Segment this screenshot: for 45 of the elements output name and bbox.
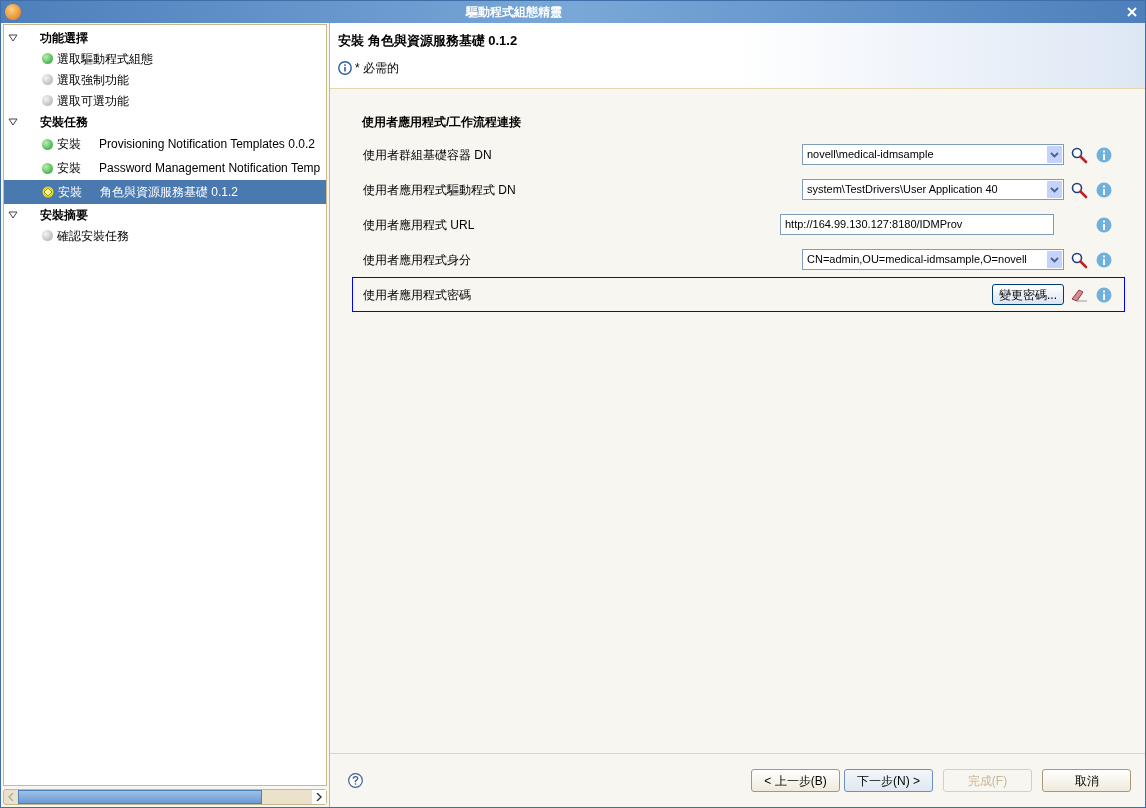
wizard-button[interactable]: < 上一步(B) [751, 769, 840, 792]
expand-toggle-icon[interactable] [8, 116, 18, 127]
tree-item[interactable]: 選取強制功能 [4, 69, 326, 90]
page-title: 安裝 角色與資源服務基礎 0.1.2 [338, 32, 519, 50]
dropdown-field[interactable]: CN=admin,OU=medical-idmsample,O=novell [802, 249, 1064, 270]
info-icon[interactable] [1096, 286, 1112, 303]
info-icon[interactable] [1096, 181, 1112, 198]
wizard-button[interactable]: 取消 [1042, 769, 1131, 792]
info-icon[interactable] [1096, 146, 1112, 163]
dropdown-field[interactable]: system\TestDrivers\User Application 40 [802, 179, 1064, 200]
tree-group-label[interactable]: 功能選擇 [40, 28, 88, 47]
search-icon[interactable] [1070, 250, 1088, 269]
tree-item[interactable]: 安裝 Password Management Notification Temp [4, 156, 326, 180]
info-icon[interactable] [1096, 251, 1112, 268]
search-icon[interactable] [1070, 180, 1088, 199]
url-input-field[interactable]: http://164.99.130.127:8180/IDMProv [780, 214, 1054, 235]
required-note: * 必需的 [355, 59, 399, 77]
tree-item[interactable]: 安裝 角色與資源服務基礎 0.1.2 [4, 180, 326, 204]
field-label: 使用者應用程式 URL [363, 216, 476, 234]
info-icon [338, 60, 352, 75]
field-label: 使用者應用程式身分 [363, 251, 472, 269]
dropdown-field[interactable]: novell\medical-idmsample [802, 144, 1064, 165]
tree-group-label[interactable]: 安裝摘要 [40, 205, 88, 224]
info-icon[interactable] [1096, 216, 1112, 233]
tree-item[interactable]: 安裝 Provisioning Notification Templates 0.0.2 [4, 132, 326, 156]
window-title: 驅動程式組態精靈 [466, 4, 562, 21]
search-icon[interactable] [1070, 145, 1088, 164]
field-label: 使用者群組基礎容器 DN [363, 146, 493, 164]
field-label: 使用者應用程式驅動程式 DN [363, 181, 517, 199]
expand-toggle-icon[interactable] [8, 209, 18, 220]
field-label: 使用者應用程式密碼 [363, 286, 472, 304]
tree-item[interactable]: 確認安裝任務 [4, 225, 326, 246]
tree-item[interactable]: 選取可選功能 [4, 90, 326, 111]
scrollbar-thumb[interactable] [18, 790, 262, 804]
tree-item[interactable]: 選取驅動程式組態 [4, 48, 326, 69]
horizontal-scrollbar[interactable] [3, 789, 327, 805]
expand-toggle-icon[interactable] [8, 32, 18, 43]
change-password-button[interactable]: 變更密碼... [992, 284, 1064, 305]
wizard-button[interactable]: 下一步(N) > [844, 769, 933, 792]
close-icon[interactable] [1127, 7, 1137, 17]
section-title: 使用者應用程式/工作流程連接 [362, 114, 523, 131]
help-icon[interactable] [348, 773, 363, 788]
scroll-right-icon[interactable] [316, 793, 322, 801]
tree-group-label[interactable]: 安裝任務 [40, 112, 88, 131]
app-logo-icon [5, 4, 21, 20]
